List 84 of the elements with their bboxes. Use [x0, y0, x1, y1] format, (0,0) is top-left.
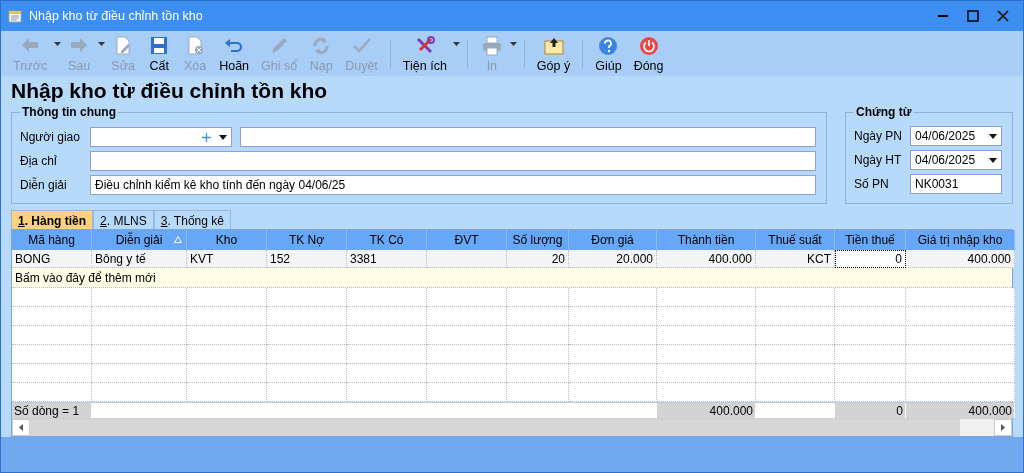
- scroll-left-icon: [19, 424, 23, 431]
- window-title: Nhập kho từ điều chỉnh tồn kho: [29, 9, 204, 23]
- app-icon: [7, 8, 23, 24]
- caret-icon: [989, 157, 997, 163]
- table-cell: 152: [267, 250, 347, 268]
- scroll-right-icon: [1001, 424, 1005, 431]
- horizontal-scrollbar[interactable]: [12, 418, 1012, 436]
- caret-icon: [453, 41, 461, 46]
- field-label: Ngày HT: [854, 153, 903, 167]
- column-header[interactable]: Thuế suất: [756, 230, 835, 250]
- tab[interactable]: 2. MLNS: [93, 210, 154, 229]
- toolbar-button[interactable]: Hoãn: [213, 32, 256, 75]
- column-header[interactable]: Tiền thuế: [835, 230, 906, 250]
- caret-icon: [97, 41, 105, 46]
- table-cell: 20.000: [569, 250, 657, 268]
- table-cell: [835, 288, 906, 307]
- toolbar-button[interactable]: Giúp: [589, 32, 628, 75]
- close-icon: [996, 9, 1010, 23]
- total-cell: 400.000: [906, 403, 1015, 418]
- table-cell: [507, 288, 569, 307]
- deliverer-name-field[interactable]: [240, 127, 816, 147]
- caret-icon: [219, 134, 227, 140]
- tab[interactable]: 1. Hàng tiền: [11, 210, 94, 229]
- field-label: Số PN: [854, 177, 890, 191]
- toolbar-button[interactable]: Đóng: [627, 32, 670, 75]
- table-cell: [835, 345, 906, 364]
- table-cell: KVT: [187, 250, 267, 268]
- table-cell: [507, 383, 569, 402]
- column-header[interactable]: TK Có: [347, 230, 427, 250]
- total-cell: 400.000: [657, 403, 756, 418]
- toolbar-button[interactable]: Góp ý: [530, 32, 577, 75]
- maximize-icon: [966, 9, 980, 23]
- printer-icon: [480, 34, 503, 57]
- panel-title: Chứng từ: [855, 105, 913, 119]
- toolbar-button[interactable]: Cất: [141, 32, 178, 75]
- column-header[interactable]: Mã hàng: [12, 230, 92, 250]
- table-cell: [835, 307, 906, 326]
- sort-icon: [174, 236, 182, 243]
- panel-title: Thông tin chung: [21, 105, 117, 119]
- table-cell: BONG: [12, 250, 92, 268]
- plus-icon: [202, 132, 211, 142]
- address-field[interactable]: [90, 151, 816, 171]
- toolbar-button[interactable]: Tiện ích: [396, 32, 453, 75]
- column-header[interactable]: Diễn giải: [92, 230, 187, 250]
- caret-icon: [989, 133, 997, 139]
- column-header[interactable]: TK Nợ: [267, 230, 347, 250]
- table-cell: 400.000: [906, 250, 1015, 268]
- help-icon: [597, 34, 620, 57]
- column-header[interactable]: Đơn giá: [569, 230, 657, 250]
- date-picker[interactable]: 04/06/2025: [910, 126, 1002, 146]
- column-header[interactable]: Số lượng: [507, 230, 569, 250]
- table-cell: KCT: [756, 250, 835, 268]
- total-cell: 0: [835, 403, 906, 418]
- field-label: Ngày PN: [854, 129, 904, 143]
- table-cell: [507, 326, 569, 345]
- table-cell: [835, 364, 906, 383]
- table-cell: Bông y tế: [92, 250, 187, 268]
- caret-icon: [510, 41, 518, 46]
- field-label: Địa chỉ: [20, 154, 58, 168]
- table-cell: [835, 326, 906, 345]
- caret-icon: [53, 41, 61, 46]
- table-cell: 20: [507, 250, 569, 268]
- column-header[interactable]: Giá trị nhập kho: [906, 230, 1015, 250]
- editable-cell: 0: [835, 250, 906, 268]
- table-cell: 3381: [347, 250, 427, 268]
- add-row-link[interactable]: Bấm vào đây để thêm mới: [12, 268, 1012, 288]
- voucher-number-field[interactable]: NK0031: [910, 174, 1002, 194]
- power-icon: [637, 34, 660, 57]
- column-header[interactable]: ĐVT: [427, 230, 507, 250]
- table-cell: [835, 383, 906, 402]
- table-cell: [507, 307, 569, 326]
- date-picker[interactable]: 04/06/2025: [910, 150, 1002, 170]
- table-cell: [507, 345, 569, 364]
- tab[interactable]: 3. Thống kê: [153, 210, 231, 229]
- table-cell: [507, 364, 569, 383]
- description-field[interactable]: Điều chỉnh kiểm kê kho tính đến ngày 04/06/25: [90, 175, 816, 195]
- column-header[interactable]: Kho: [187, 230, 267, 250]
- deliverer-combo[interactable]: [90, 127, 232, 147]
- page-heading: Nhập kho từ điều chỉnh tồn kho: [11, 79, 329, 103]
- column-header[interactable]: Thành tiền: [657, 230, 756, 250]
- total-cell: Số dòng = 1: [12, 403, 92, 418]
- field-label: Diễn giải: [20, 178, 68, 192]
- field-label: Người giao: [20, 130, 81, 144]
- table-cell: 400.000: [657, 250, 756, 268]
